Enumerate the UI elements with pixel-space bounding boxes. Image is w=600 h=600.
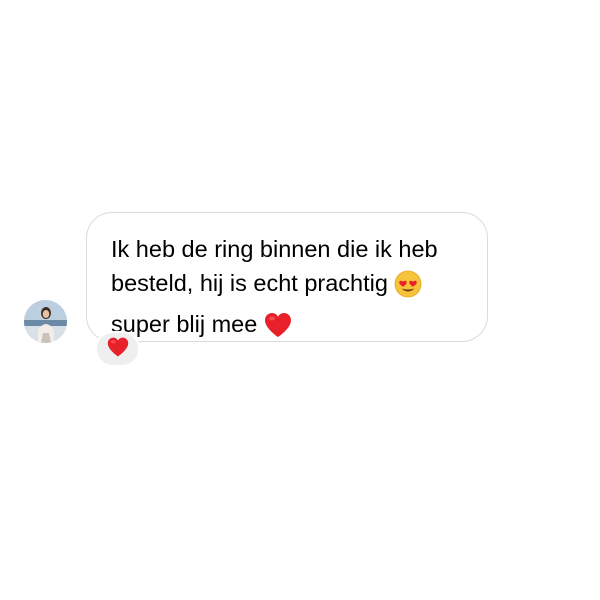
red-heart-icon xyxy=(106,336,130,363)
message-line-2: besteld, hij is echt prachtig xyxy=(111,266,469,307)
red-heart-emoji-icon xyxy=(263,311,293,348)
message-line-3: super blij mee xyxy=(111,307,469,348)
message-line-1: Ik heb de ring binnen die ik heb xyxy=(111,236,438,262)
avatar-photo xyxy=(24,300,67,343)
heart-eyes-emoji-icon xyxy=(394,270,422,307)
reaction-badge[interactable] xyxy=(95,331,140,367)
sender-avatar[interactable] xyxy=(24,300,67,343)
message-bubble[interactable]: Ik heb de ring binnen die ik heb besteld… xyxy=(86,212,488,342)
